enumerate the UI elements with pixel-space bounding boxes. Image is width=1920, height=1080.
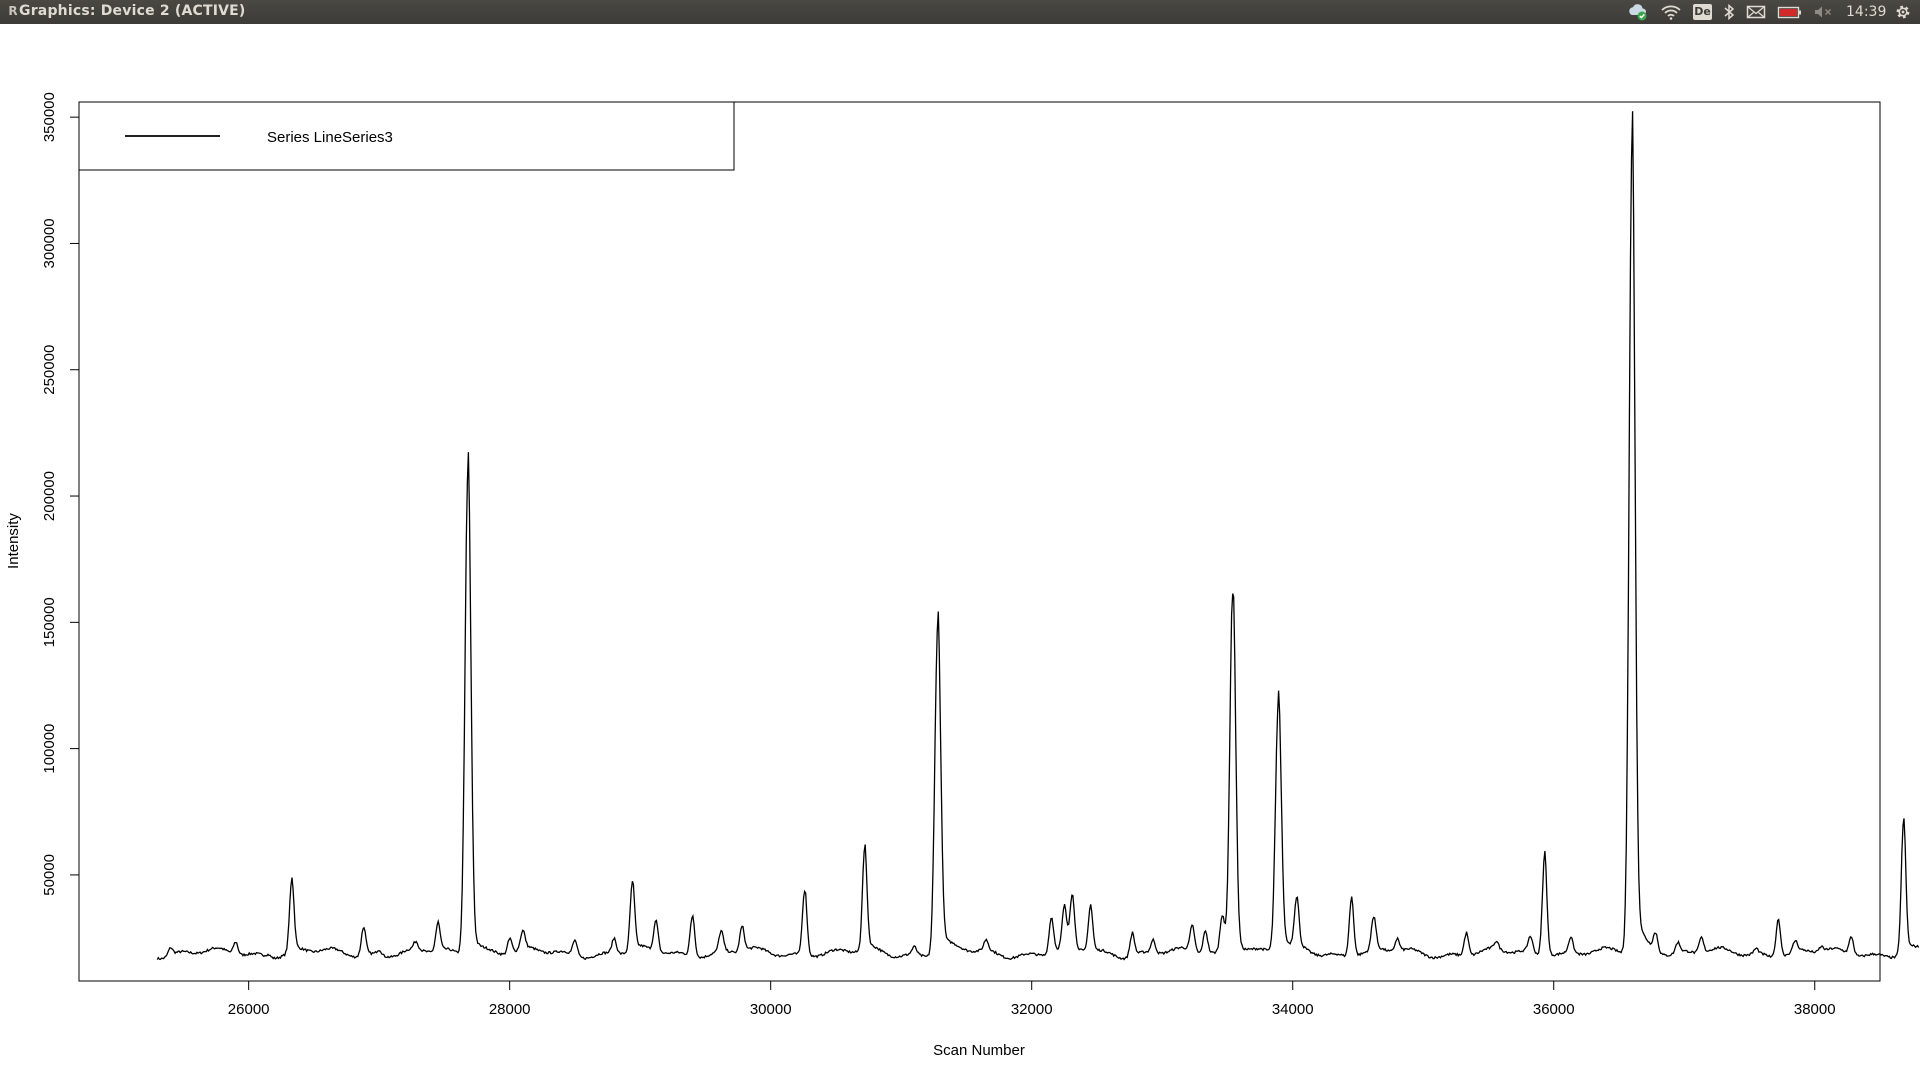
volume-muted-icon[interactable] <box>1812 3 1834 21</box>
mail-icon[interactable] <box>1745 3 1767 21</box>
y-tick-label: 300000 <box>41 218 58 268</box>
x-tick-label: 30000 <box>750 1001 792 1018</box>
top-panel: R Graphics: Device 2 (ACTIVE) De 14:39 <box>0 0 1920 24</box>
x-axis-label: Scan Number <box>933 1042 1025 1059</box>
x-tick-label: 38000 <box>1794 1001 1836 1018</box>
y-tick-label: 350000 <box>41 92 58 142</box>
x-tick-label: 28000 <box>489 1001 531 1018</box>
y-tick-label: 200000 <box>41 471 58 521</box>
legend: Series LineSeries3 <box>78 101 735 171</box>
y-tick-label: 100000 <box>41 724 58 774</box>
gear-icon[interactable] <box>1893 3 1913 21</box>
clock[interactable]: 14:39 <box>1846 3 1886 21</box>
series-line <box>156 111 1920 961</box>
cloud-sync-icon[interactable] <box>1627 3 1649 21</box>
y-axis-label: Intensity <box>5 513 22 569</box>
y-tick-label: 250000 <box>41 345 58 395</box>
y-axis: 50000 100000 150000 200000 250000 300000 35000… <box>41 92 80 896</box>
keyboard-layout-indicator[interactable]: De <box>1693 4 1712 20</box>
x-tick-label: 32000 <box>1011 1001 1053 1018</box>
x-tick-label: 26000 <box>228 1001 270 1018</box>
plot-frame <box>78 101 1881 982</box>
x-tick-label: 36000 <box>1533 1001 1575 1018</box>
window-title: Graphics: Device 2 (ACTIVE) <box>19 3 246 19</box>
legend-label: Series LineSeries3 <box>267 129 393 146</box>
bluetooth-icon[interactable] <box>1722 3 1736 21</box>
battery-low-icon[interactable] <box>1777 3 1803 21</box>
y-tick-label: 50000 <box>41 854 58 896</box>
y-tick-label: 150000 <box>41 597 58 647</box>
x-axis: 26000 28000 30000 32000 34000 36000 38000 <box>228 980 1836 1018</box>
x-tick-label: 34000 <box>1272 1001 1314 1018</box>
wifi-icon[interactable] <box>1660 3 1682 21</box>
chart: 26000 28000 30000 32000 34000 36000 38000 5000… <box>5 92 1920 1059</box>
